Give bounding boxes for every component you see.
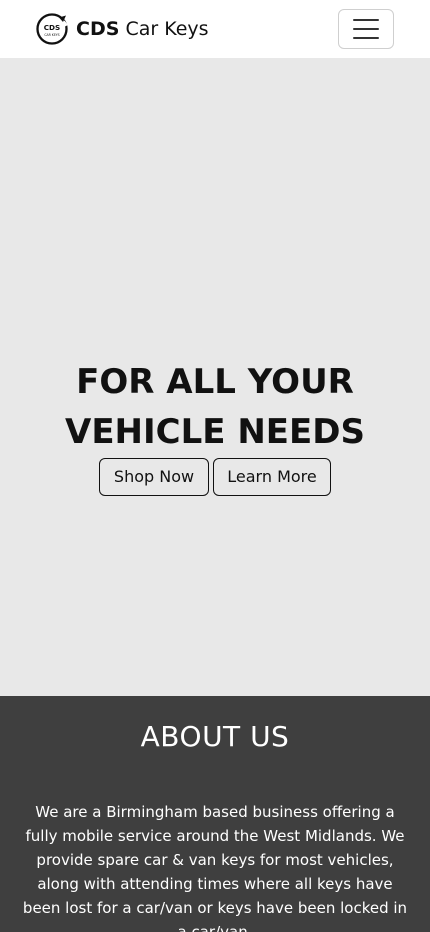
about-description: We are a Birmingham based business offer… <box>22 803 408 932</box>
menu-toggle-button[interactable] <box>338 9 394 49</box>
shop-now-button[interactable]: Shop Now <box>99 458 209 496</box>
top-navbar: CDS CAR KEYS CDS Car Keys <box>0 0 430 58</box>
brand-link[interactable]: CDS CAR KEYS CDS Car Keys <box>35 12 209 46</box>
hero-section: FOR ALL YOUR VEHICLE NEEDS Shop Now Lear… <box>0 58 430 696</box>
hero-title-line-2: VEHICLE NEEDS <box>65 412 365 452</box>
hero-title: FOR ALL YOUR VEHICLE NEEDS <box>0 357 430 457</box>
logo-text: CDS <box>44 23 60 32</box>
logo-subtext: CAR KEYS <box>44 33 59 37</box>
hamburger-line <box>353 37 379 39</box>
brand-logo: CDS CAR KEYS <box>36 13 68 45</box>
hamburger-line <box>353 19 379 21</box>
hero-title-line-1: FOR ALL YOUR <box>76 362 354 402</box>
brand-name-bold: CDS <box>76 18 120 40</box>
brand-name-rest: Car Keys <box>125 18 209 40</box>
about-section: ABOUT US We are a Birmingham based busin… <box>0 696 430 932</box>
hamburger-line <box>353 28 379 30</box>
about-title: ABOUT US <box>140 720 290 753</box>
learn-more-button[interactable]: Learn More <box>213 458 331 496</box>
hero-button-group: Shop Now Learn More <box>0 458 430 496</box>
hamburger-icon <box>353 19 379 39</box>
brand-name: CDS Car Keys <box>76 12 209 46</box>
